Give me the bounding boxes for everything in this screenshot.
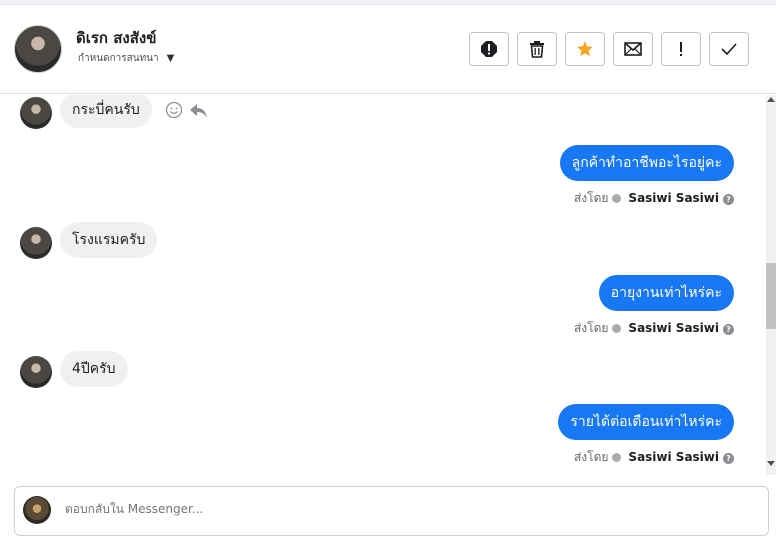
assign-label: กำหนดการสนทนา — [78, 53, 159, 64]
report-button[interactable] — [469, 32, 509, 66]
contact-name[interactable]: ดิเรก สงสังข์ — [76, 26, 156, 50]
incoming-message[interactable]: 4ปีครับ — [60, 351, 128, 387]
sender-name[interactable]: Sasiwi Sasiwi — [628, 450, 719, 464]
reply-icon[interactable] — [189, 101, 209, 121]
star-button[interactable] — [565, 32, 605, 66]
smiley-icon[interactable] — [165, 101, 185, 121]
conversation-header: ดิเรก สงสังข์ กำหนดการสนทนา ▼ — [0, 0, 776, 94]
scroll-down-arrow-icon[interactable] — [767, 461, 775, 466]
delete-button[interactable] — [517, 32, 557, 66]
page-avatar — [23, 496, 51, 524]
exclamation-circle-icon — [481, 41, 497, 57]
trash-icon — [530, 41, 544, 58]
sender-name[interactable]: Sasiwi Sasiwi — [628, 321, 719, 335]
email-button[interactable] — [613, 32, 653, 66]
sent-by-label: ส่งโดย — [573, 321, 609, 335]
top-divider — [0, 0, 776, 5]
scrollbar-thumb[interactable] — [766, 263, 776, 329]
assign-conversation-dropdown[interactable]: กำหนดการสนทนา ▼ — [78, 51, 174, 66]
incoming-message[interactable]: กระบี่คนรับ — [60, 95, 152, 128]
caret-down-icon: ▼ — [166, 53, 175, 64]
sent-by-label: ส่งโดย — [573, 191, 609, 205]
page-icon — [612, 194, 622, 203]
page-icon — [612, 453, 622, 462]
sent-by-label: ส่งโดย — [573, 450, 609, 464]
outgoing-message[interactable]: รายได้ต่อเดือนเท่าไหร่คะ — [558, 404, 734, 440]
page-icon — [612, 324, 622, 333]
exclamation-icon — [680, 42, 682, 56]
sent-by-line: ส่งโดย Sasiwi Sasiwi? — [574, 319, 734, 338]
important-button[interactable] — [661, 32, 701, 66]
reply-composer[interactable] — [14, 486, 769, 536]
help-icon[interactable]: ? — [723, 453, 734, 464]
help-icon[interactable]: ? — [723, 324, 734, 335]
sent-by-line: ส่งโดย Sasiwi Sasiwi? — [574, 189, 734, 208]
checkmark-icon — [721, 43, 737, 55]
outgoing-message[interactable]: อายุงานเท่าไหร่คะ — [598, 275, 734, 311]
contact-avatar-small — [20, 227, 52, 259]
contact-avatar[interactable] — [14, 25, 62, 73]
incoming-message[interactable]: โรงแรมครับ — [60, 222, 158, 258]
envelope-icon — [624, 42, 642, 56]
scrollbar[interactable] — [766, 95, 776, 475]
message-thread[interactable]: กระบี่คนรับ ลูกค้าทำอาชีพอะไรอยู่คะ ส่งโ… — [0, 95, 766, 475]
reply-input[interactable] — [63, 501, 707, 517]
sent-by-line: ส่งโดย Sasiwi Sasiwi? — [574, 448, 734, 467]
outgoing-message[interactable]: ลูกค้าทำอาชีพอะไรอยู่คะ — [559, 145, 734, 181]
contact-avatar-small — [20, 356, 52, 388]
star-icon — [577, 41, 593, 57]
sender-name[interactable]: Sasiwi Sasiwi — [628, 191, 719, 205]
help-icon[interactable]: ? — [723, 194, 734, 205]
contact-avatar-small — [20, 97, 52, 129]
scroll-up-arrow-icon[interactable] — [767, 97, 775, 102]
done-button[interactable] — [709, 32, 749, 66]
